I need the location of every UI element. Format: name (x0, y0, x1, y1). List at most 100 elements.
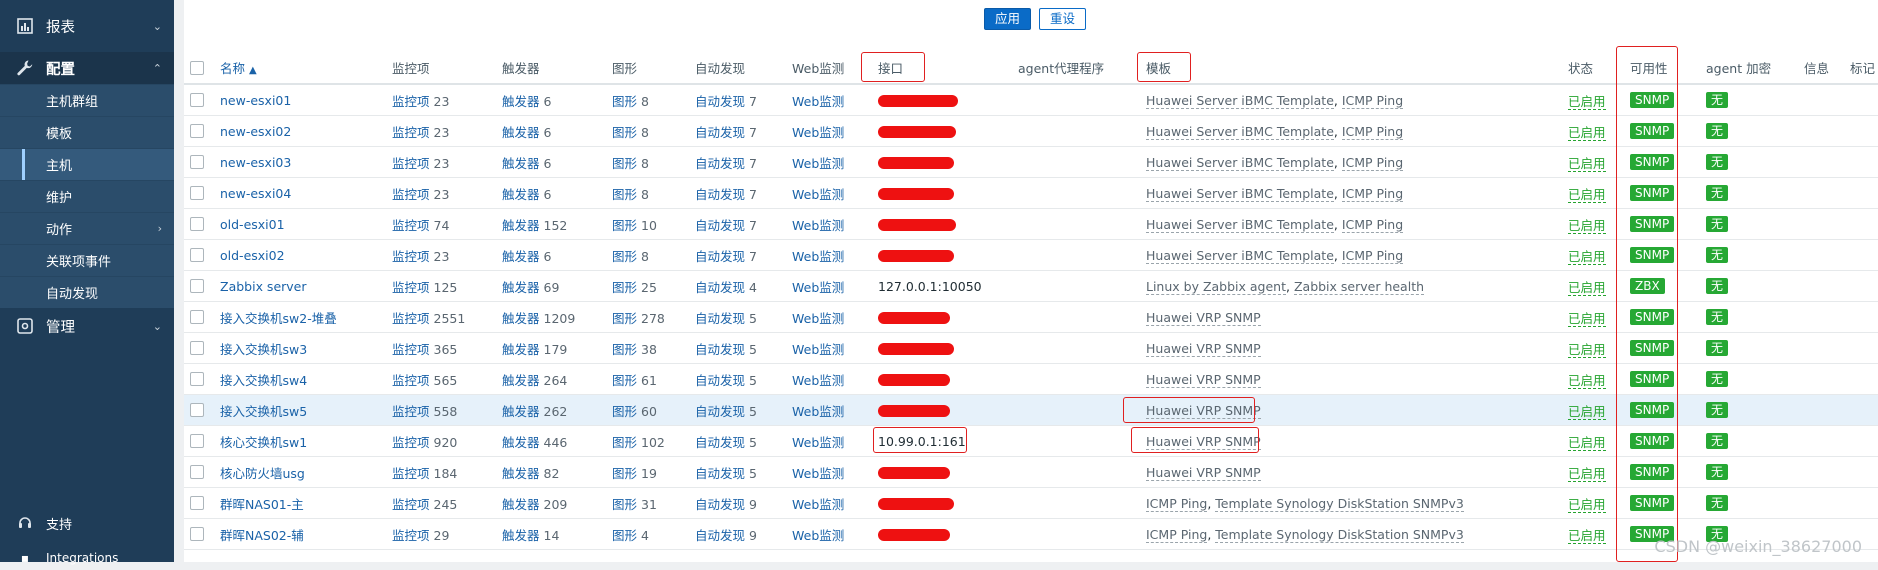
reset-button[interactable]: 重设 (1039, 8, 1087, 30)
triggers-link[interactable]: 触发器 (502, 404, 540, 419)
graphs-link[interactable]: 图形 (612, 249, 637, 264)
graphs-link[interactable]: 图形 (612, 373, 637, 388)
triggers-link[interactable]: 触发器 (502, 187, 540, 202)
items-link[interactable]: 监控项 (392, 311, 430, 326)
triggers-link[interactable]: 触发器 (502, 466, 540, 481)
discovery-link[interactable]: 自动发现 (695, 125, 745, 140)
triggers-link[interactable]: 触发器 (502, 528, 540, 543)
col-name-label[interactable]: 名称 (220, 61, 245, 76)
template-link[interactable]: Huawei VRP SNMP (1146, 340, 1261, 357)
status-toggle[interactable]: 已启用 (1568, 465, 1606, 482)
graphs-link[interactable]: 图形 (612, 125, 637, 140)
graphs-link[interactable]: 图形 (612, 528, 637, 543)
web-link[interactable]: Web监测 (792, 373, 844, 388)
status-toggle[interactable]: 已启用 (1568, 248, 1606, 265)
nav-config[interactable]: 配置 ⌃ (0, 52, 174, 84)
host-name-link[interactable]: 群晖NAS01-主 (220, 497, 304, 512)
discovery-link[interactable]: 自动发现 (695, 218, 745, 233)
row-checkbox[interactable] (190, 279, 204, 293)
graphs-link[interactable]: 图形 (612, 342, 637, 357)
status-toggle[interactable]: 已启用 (1568, 403, 1606, 420)
template-link[interactable]: Huawei Server iBMC Template (1146, 216, 1334, 233)
web-link[interactable]: Web监测 (792, 156, 844, 171)
items-link[interactable]: 监控项 (392, 373, 430, 388)
template-link[interactable]: Huawei Server iBMC Template (1146, 123, 1334, 140)
host-name-link[interactable]: 接入交换机sw5 (220, 404, 307, 419)
web-link[interactable]: Web监测 (792, 435, 844, 450)
nav-integrations[interactable]: ▪ Integrations (0, 546, 174, 570)
triggers-link[interactable]: 触发器 (502, 156, 540, 171)
items-link[interactable]: 监控项 (392, 94, 430, 109)
nav-reports[interactable]: 报表 ⌄ (0, 0, 174, 52)
graphs-link[interactable]: 图形 (612, 404, 637, 419)
status-toggle[interactable]: 已启用 (1568, 496, 1606, 513)
graphs-link[interactable]: 图形 (612, 497, 637, 512)
template-link[interactable]: ICMP Ping (1341, 247, 1404, 264)
graphs-link[interactable]: 图形 (612, 156, 637, 171)
web-link[interactable]: Web监测 (792, 249, 844, 264)
row-checkbox[interactable] (190, 434, 204, 448)
sidebar-item-maintenance[interactable]: 维护 (0, 180, 174, 212)
triggers-link[interactable]: 触发器 (502, 342, 540, 357)
discovery-link[interactable]: 自动发现 (695, 156, 745, 171)
graphs-link[interactable]: 图形 (612, 280, 637, 295)
host-name-link[interactable]: 接入交换机sw3 (220, 342, 307, 357)
discovery-link[interactable]: 自动发现 (695, 249, 745, 264)
discovery-link[interactable]: 自动发现 (695, 94, 745, 109)
template-link[interactable]: Linux by Zabbix agent (1146, 278, 1287, 295)
host-name-link[interactable]: new-esxi04 (220, 186, 291, 201)
graphs-link[interactable]: 图形 (612, 435, 637, 450)
status-toggle[interactable]: 已启用 (1568, 434, 1606, 451)
col-name[interactable]: 名称 ▲ (214, 52, 386, 85)
template-link[interactable]: ICMP Ping (1146, 495, 1208, 512)
triggers-link[interactable]: 触发器 (502, 311, 540, 326)
template-link[interactable]: Huawei Server iBMC Template (1146, 92, 1334, 109)
items-link[interactable]: 监控项 (392, 404, 430, 419)
row-checkbox[interactable] (190, 372, 204, 386)
web-link[interactable]: Web监测 (792, 528, 844, 543)
row-checkbox[interactable] (190, 248, 204, 262)
template-link[interactable]: Template Synology DiskStation SNMPv3 (1215, 526, 1464, 543)
row-checkbox[interactable] (190, 93, 204, 107)
items-link[interactable]: 监控项 (392, 249, 430, 264)
sidebar-item-actions[interactable]: 动作 › (0, 212, 174, 244)
graphs-link[interactable]: 图形 (612, 311, 637, 326)
triggers-link[interactable]: 触发器 (502, 435, 540, 450)
host-name-link[interactable]: new-esxi03 (220, 155, 291, 170)
triggers-link[interactable]: 触发器 (502, 218, 540, 233)
status-toggle[interactable]: 已启用 (1568, 310, 1606, 327)
web-link[interactable]: Web监测 (792, 342, 844, 357)
host-name-link[interactable]: new-esxi01 (220, 93, 291, 108)
web-link[interactable]: Web监测 (792, 187, 844, 202)
discovery-link[interactable]: 自动发现 (695, 466, 745, 481)
triggers-link[interactable]: 触发器 (502, 373, 540, 388)
template-link[interactable]: Zabbix server health (1293, 278, 1425, 295)
template-link[interactable]: ICMP Ping (1341, 92, 1404, 109)
status-toggle[interactable]: 已启用 (1568, 186, 1606, 203)
sidebar-item-host-groups[interactable]: 主机群组 (0, 84, 174, 116)
discovery-link[interactable]: 自动发现 (695, 497, 745, 512)
web-link[interactable]: Web监测 (792, 125, 844, 140)
host-name-link[interactable]: old-esxi02 (220, 248, 285, 263)
triggers-link[interactable]: 触发器 (502, 280, 540, 295)
status-toggle[interactable]: 已启用 (1568, 124, 1606, 141)
status-toggle[interactable]: 已启用 (1568, 527, 1606, 544)
items-link[interactable]: 监控项 (392, 342, 430, 357)
host-name-link[interactable]: Zabbix server (220, 279, 307, 294)
template-link[interactable]: Huawei VRP SNMP (1146, 433, 1261, 450)
discovery-link[interactable]: 自动发现 (695, 373, 745, 388)
row-checkbox[interactable] (190, 155, 204, 169)
template-link[interactable]: ICMP Ping (1341, 154, 1404, 171)
row-checkbox[interactable] (190, 310, 204, 324)
discovery-link[interactable]: 自动发现 (695, 528, 745, 543)
row-checkbox[interactable] (190, 496, 204, 510)
nav-admin[interactable]: 管理 ⌄ (0, 308, 174, 344)
web-link[interactable]: Web监测 (792, 280, 844, 295)
discovery-link[interactable]: 自动发现 (695, 311, 745, 326)
apply-button[interactable]: 应用 (984, 8, 1032, 30)
template-link[interactable]: Huawei VRP SNMP (1146, 464, 1261, 481)
template-link[interactable]: ICMP Ping (1341, 123, 1404, 140)
row-checkbox[interactable] (190, 186, 204, 200)
template-link[interactable]: Huawei VRP SNMP (1146, 309, 1261, 326)
web-link[interactable]: Web监测 (792, 311, 844, 326)
